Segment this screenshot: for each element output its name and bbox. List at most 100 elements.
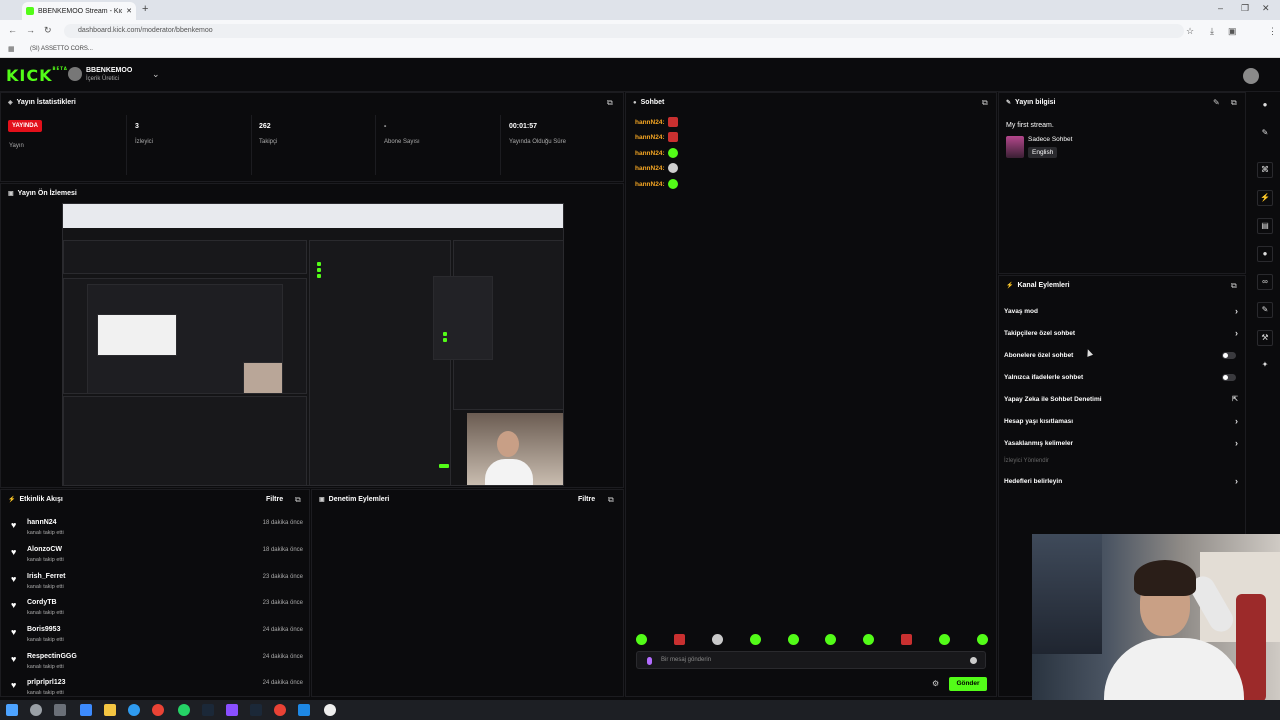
chevron-right-icon: › (1235, 416, 1238, 426)
emoji-picker-icon[interactable] (970, 657, 977, 664)
user-avatar[interactable] (1243, 68, 1259, 84)
chevron-down-icon[interactable]: ⌄ (152, 69, 160, 80)
popout-icon[interactable]: ⧉ (607, 98, 613, 108)
wrench-icon[interactable]: ⚒ (1257, 330, 1273, 346)
settings-icon[interactable]: ✦ (1257, 358, 1273, 374)
pencil-icon[interactable]: ✎ (1257, 126, 1273, 142)
app-icon[interactable] (298, 704, 310, 716)
chat-icon[interactable]: ● (1257, 246, 1273, 262)
activity-username[interactable]: AlonzoCW (27, 546, 62, 553)
activity-username[interactable]: prlprlprl123 (27, 679, 66, 686)
bookmark-star-icon[interactable]: ☆ (1186, 26, 1196, 36)
chat-username[interactable]: hannN24: (635, 134, 665, 141)
activity-username[interactable]: hannN24 (27, 519, 57, 526)
chrome-icon[interactable] (152, 704, 164, 716)
emote-icon (667, 132, 678, 142)
popout-icon[interactable]: ⧉ (295, 495, 301, 505)
stream-preview-video[interactable] (62, 203, 564, 486)
popout-icon[interactable]: ⧉ (1231, 98, 1237, 108)
reload-icon[interactable]: ↻ (44, 25, 52, 36)
app-icon[interactable] (250, 704, 262, 716)
tool-icon[interactable]: ⌘ (1257, 162, 1273, 178)
minimize-icon[interactable]: – (1218, 3, 1223, 13)
app-icon[interactable] (128, 704, 140, 716)
banned-words-row[interactable]: Yasaklanmış kelimeler › (1004, 438, 1242, 454)
popout-icon[interactable]: ⧉ (608, 495, 614, 505)
apps-grid-icon[interactable]: ▦ (8, 45, 18, 55)
download-icon[interactable]: ⤓ (1210, 26, 1220, 36)
app-icon[interactable] (324, 704, 336, 716)
send-button[interactable]: Gönder (949, 677, 987, 691)
browser-tab[interactable]: BBENKEMOO Stream - Kick Da... ✕ (22, 2, 136, 20)
stream-category[interactable]: Sadece Sohbet (1028, 136, 1072, 143)
subscribers-only-toggle[interactable] (1222, 352, 1236, 359)
activity-filter-button[interactable]: Filtre (266, 496, 283, 503)
bolt-icon[interactable]: ⚡ (1257, 190, 1273, 206)
maximize-icon[interactable]: ❐ (1241, 3, 1249, 14)
pen-icon[interactable]: ✎ (1257, 302, 1273, 318)
emote-icon[interactable] (636, 634, 647, 645)
folder-icon[interactable] (104, 704, 116, 716)
moderation-filter-button[interactable]: Filtre (578, 496, 595, 503)
app-icon[interactable] (226, 704, 238, 716)
task-view-icon[interactable] (54, 704, 66, 716)
popout-icon[interactable]: ⧉ (982, 98, 988, 108)
start-icon[interactable] (6, 704, 18, 716)
emote-icon[interactable] (711, 634, 723, 645)
stat-followers: 262 Takipçi (259, 123, 379, 145)
document-icon[interactable]: ▤ (1257, 218, 1273, 234)
emotes-only-toggle[interactable] (1222, 374, 1236, 381)
chat-username[interactable]: hannN24: (635, 165, 665, 172)
activity-username[interactable]: Boris9953 (27, 626, 60, 633)
ai-moderation-row[interactable]: Yapay Zeka ile Sohbet Denetimi ⇱ (1004, 394, 1242, 410)
kick-logo[interactable]: KICKBETA (6, 66, 68, 85)
chat-input[interactable]: Bir mesaj gönderin (636, 651, 986, 669)
activity-username[interactable]: CordyTB (27, 599, 57, 606)
chat-username[interactable]: hannN24: (635, 181, 665, 188)
account-age-row[interactable]: Hesap yaşı kısıtlaması › (1004, 416, 1242, 432)
channel-name[interactable]: BBENKEMOO (86, 67, 132, 74)
close-window-icon[interactable]: ✕ (1262, 3, 1270, 14)
emote-icon[interactable] (901, 634, 913, 645)
followers-only-row[interactable]: Takipçilere özel sohbet › (1004, 328, 1242, 344)
close-tab-icon[interactable]: ✕ (126, 7, 132, 15)
browser-menu-icon[interactable]: ⋮ (1268, 26, 1278, 36)
set-goals-row[interactable]: Hedefleri belirleyin › (1004, 476, 1242, 492)
slow-mode-row[interactable]: Yavaş mod › (1004, 306, 1242, 322)
chat-username[interactable]: hannN24: (635, 119, 665, 126)
emote-icon[interactable] (749, 634, 761, 645)
bookmark-item[interactable]: (SI) ASSETTO CORS... (30, 46, 93, 52)
activity-username[interactable]: Irish_Ferret (27, 573, 66, 580)
search-icon[interactable] (30, 704, 42, 716)
steam-icon[interactable] (202, 704, 214, 716)
activity-username[interactable]: RespectinGGG (27, 653, 77, 660)
chat-username[interactable]: hannN24: (635, 150, 665, 157)
extensions-icon[interactable]: ▣ (1228, 26, 1238, 36)
edit-icon[interactable]: ✎ (1213, 98, 1220, 107)
gear-icon[interactable]: ⚙ (932, 679, 939, 688)
stat-value: 00:01:57 (509, 123, 538, 130)
app-icon[interactable] (80, 704, 92, 716)
emote-icon[interactable] (976, 634, 988, 645)
whatsapp-icon[interactable] (178, 704, 190, 716)
emote-icon[interactable] (863, 634, 875, 645)
emote-icon[interactable] (825, 634, 837, 645)
chrome-icon[interactable] (274, 704, 286, 716)
back-icon[interactable]: ← (8, 25, 17, 35)
info-icon[interactable]: ● (1257, 98, 1273, 114)
stat-label: İzleyici (135, 139, 154, 145)
new-tab-button[interactable]: + (142, 3, 148, 15)
stat-label: Yayında Olduğu Süre (509, 139, 566, 145)
emote-icon[interactable] (787, 634, 799, 645)
panel-title: ⚡ Kanal Eylemleri (1006, 282, 1070, 289)
channel-avatar[interactable] (68, 67, 82, 81)
emote-icon[interactable] (673, 634, 685, 645)
emote-icon[interactable] (939, 634, 950, 645)
link-icon[interactable]: ∞ (1257, 274, 1273, 290)
activity-desc: kanalı takip etti (27, 637, 64, 643)
popout-icon[interactable]: ⧉ (1231, 281, 1237, 291)
forward-icon[interactable]: → (26, 25, 35, 35)
activity-time: 23 dakika önce (262, 600, 303, 606)
url-field[interactable]: dashboard.kick.com/moderator/bbenkemoo (64, 24, 1184, 38)
mic-icon[interactable] (647, 657, 652, 665)
